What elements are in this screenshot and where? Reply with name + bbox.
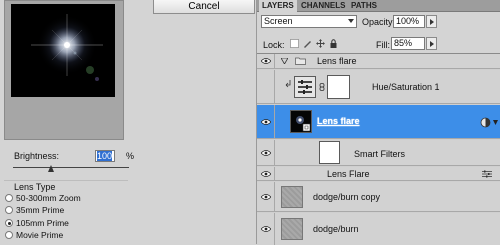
lens-type-title: Lens Type [14,182,56,192]
smart-filter-icon[interactable] [480,117,491,128]
radio-button[interactable] [5,206,13,214]
fill-slider-button[interactable] [426,37,437,50]
brightness-slider-thumb[interactable] [48,165,55,172]
opacity-label: Opacity: [362,17,396,27]
radio-button[interactable] [5,231,13,239]
preview-frame [4,0,124,140]
lock-pixels-icon[interactable] [303,39,312,48]
eye-icon[interactable] [261,58,271,64]
layer-thumbnail [281,186,303,208]
lens-option-105mm-prime[interactable]: 105mm Prime [5,218,69,228]
radio-button-checked[interactable] [5,219,13,227]
flare-preview[interactable] [11,4,115,97]
layer-name[interactable]: Lens flare [317,116,360,126]
lens-option-50-300mm-zoom[interactable]: 50-300mm Zoom [5,193,81,203]
visibility-cell[interactable] [257,70,275,103]
filter-row-lens-flare[interactable]: Lens Flare [257,167,500,181]
blend-mode-select[interactable]: Screen [261,15,357,28]
chevron-down-icon[interactable] [493,120,498,125]
smart-filter-mask-thumbnail[interactable] [319,141,340,164]
opacity-input[interactable]: 100% [393,15,425,28]
folder-icon [295,57,306,65]
smart-object-thumbnail [290,110,312,133]
lock-transparency-icon[interactable] [290,39,299,48]
smart-filters-label[interactable]: Smart Filters [354,149,405,159]
smart-filters-row[interactable]: Smart Filters [257,140,500,166]
layer-thumbnail [281,218,303,240]
cancel-button[interactable]: Cancel [153,0,255,14]
visibility-cell[interactable] [257,182,275,211]
visibility-cell[interactable] [257,105,275,138]
layer-mask-thumbnail[interactable] [327,75,350,99]
chevron-down-icon [348,19,354,23]
visibility-cell[interactable] [257,167,275,180]
brightness-value: 100 [97,151,113,161]
lens-option-35mm-prime[interactable]: 35mm Prime [5,205,64,215]
lens-flare-dialog: Cancel Brightness: 100 % Lens Type 50-30… [0,0,256,244]
visibility-cell[interactable] [257,54,275,68]
layer-name[interactable]: dodge/burn copy [313,192,380,202]
visibility-cell[interactable] [257,140,275,165]
filter-blending-options-icon[interactable] [482,170,492,178]
lens-option-label: 50-300mm Zoom [16,193,81,203]
hue-saturation-icon [298,80,312,94]
lens-option-label: Movie Prime [16,230,64,240]
layer-row-lens-flare-selected[interactable]: Lens flare [257,105,500,139]
lock-position-icon[interactable] [316,39,325,48]
layer-name[interactable]: Hue/Saturation 1 [372,82,440,92]
panel-tabs: LAYERS CHANNELS PATHS [257,0,500,12]
layer-row-dodge-burn[interactable]: dodge/burn [257,213,500,245]
radio-button[interactable] [5,194,13,202]
fill-input[interactable]: 85% [391,37,425,50]
eye-icon[interactable] [261,119,271,125]
flare-thumbnail-graphic [296,116,311,132]
tab-paths[interactable]: PATHS [348,0,380,12]
layer-row-dodge-burn-copy[interactable]: dodge/burn copy [257,182,500,212]
eye-icon[interactable] [261,226,271,232]
tab-channels[interactable]: CHANNELS [298,0,348,12]
flare-preview-graphic [31,14,103,81]
eye-icon[interactable] [261,171,271,177]
layer-name[interactable]: Lens flare [317,56,357,66]
adjustment-thumbnail [294,76,316,98]
filter-name[interactable]: Lens Flare [327,169,370,179]
clipping-arrow-icon [285,80,291,88]
brightness-input[interactable]: 100 [95,150,115,162]
lock-all-icon[interactable] [329,39,338,48]
brightness-slider-track[interactable] [13,167,129,168]
tab-layers[interactable]: LAYERS [259,0,297,12]
layer-name[interactable]: dodge/burn [313,224,359,234]
lens-option-label: 35mm Prime [16,205,65,215]
layer-row-hue-saturation[interactable]: Hue/Saturation 1 [257,70,500,104]
chain-link-icon[interactable] [319,83,325,91]
brightness-unit: % [126,151,135,161]
lens-option-label: 105mm Prime [16,218,69,228]
opacity-slider-button[interactable] [426,15,437,28]
brightness-label: Brightness: [14,151,60,161]
layer-group-row[interactable]: Lens flare [257,54,500,69]
lens-option-movie-prime[interactable]: Movie Prime [5,230,63,240]
eye-icon[interactable] [261,150,271,156]
fill-label: Fill: [376,40,390,50]
chevron-down-icon[interactable] [281,58,288,64]
blend-mode-value: Screen [264,16,293,26]
eye-icon[interactable] [261,194,271,200]
lock-label: Lock: [263,40,285,50]
layers-list: Lens flare Hue/Saturation 1 Lens flare S… [257,53,500,245]
layers-panel: LAYERS CHANNELS PATHS Screen Opacity: 10… [256,0,500,245]
visibility-cell[interactable] [257,213,275,245]
